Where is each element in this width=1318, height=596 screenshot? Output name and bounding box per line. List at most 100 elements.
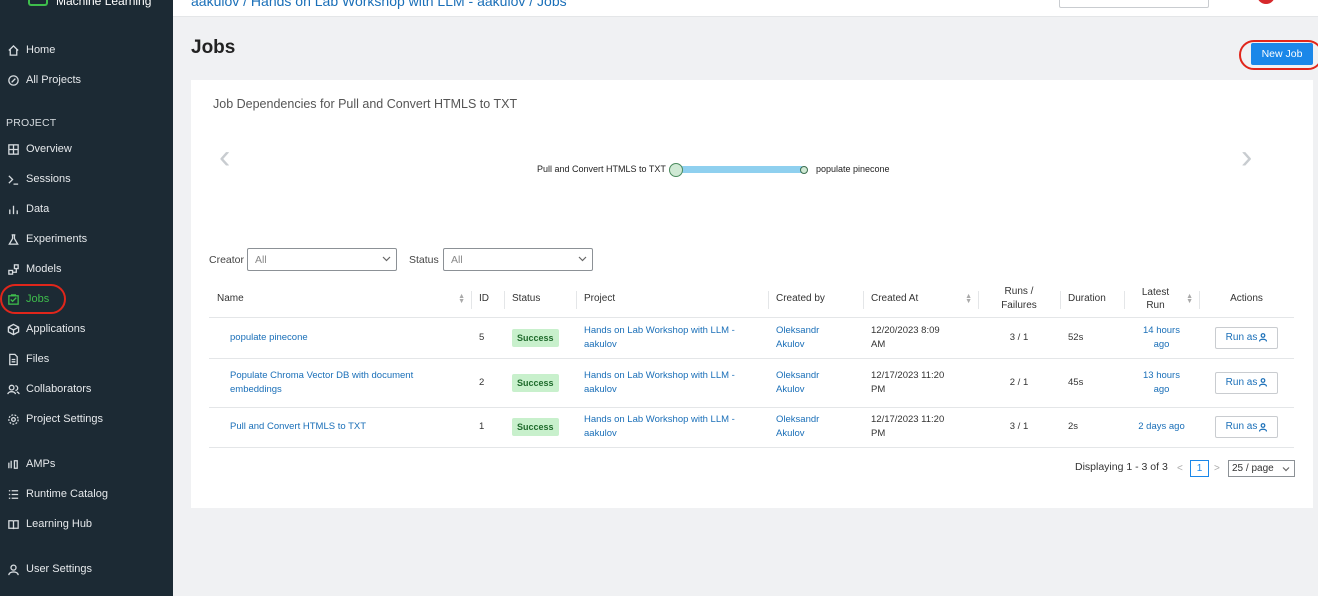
job-id: 2 [471, 358, 504, 408]
run-as-button[interactable]: Run as [1214, 416, 1279, 438]
column-header-created-at[interactable]: Created At ▲ ▼ [863, 281, 978, 318]
status-filter-select[interactable]: All [443, 248, 593, 271]
file-icon [6, 352, 20, 366]
status-cell: Success [504, 407, 576, 448]
job-name-link[interactable]: Populate Chroma Vector DB with document … [209, 358, 471, 408]
actions-cell: Run as [1199, 317, 1294, 359]
latest-run-link[interactable]: 13 hours ago [1124, 358, 1199, 408]
table-row: Pull and Convert HTMLS to TXT 1 Success … [209, 407, 1294, 448]
next-page-icon[interactable]: > [1214, 463, 1220, 474]
graph-node-source[interactable] [669, 163, 683, 177]
pagination-summary: Displaying 1 - 3 of 3 [1075, 461, 1168, 473]
actions-cell: Run as [1199, 358, 1294, 408]
sidebar-item-overview[interactable]: Overview [0, 139, 173, 159]
creator-link[interactable]: Oleksandr Akulov [768, 358, 863, 408]
sidebar-item-experiments[interactable]: Experiments [0, 229, 173, 249]
sidebar-item-label: Home [26, 44, 56, 56]
bar-chart-icon [6, 202, 20, 216]
run-as-button[interactable]: Run as [1214, 371, 1279, 394]
created-at: 12/17/2023 11:20 PM [863, 358, 978, 408]
page-size-value: 25 / page [1232, 463, 1274, 474]
chevron-down-icon [578, 254, 587, 262]
sort-icon[interactable]: ▲ ▼ [965, 293, 972, 305]
chevron-right-icon[interactable]: › [1241, 140, 1252, 174]
latest-run-link[interactable]: 14 hours ago [1124, 317, 1199, 359]
avatar[interactable] [1257, 0, 1275, 4]
duration: 45s [1060, 358, 1124, 408]
breadcrumb[interactable]: aakulov / Hands on Lab Workshop with LLM… [191, 0, 567, 9]
amps-icon [6, 457, 20, 471]
sidebar-item-runtime-catalog[interactable]: Runtime Catalog [0, 484, 173, 504]
sidebar-item-all-projects[interactable]: All Projects [0, 70, 173, 90]
creator-link[interactable]: Oleksandr Akulov [768, 407, 863, 448]
creator-link[interactable]: Oleksandr Akulov [768, 317, 863, 359]
gear-icon [6, 412, 20, 426]
sidebar-item-applications[interactable]: Applications [0, 319, 173, 339]
models-icon [6, 262, 20, 276]
sidebar-item-label: Project Settings [26, 413, 104, 425]
sidebar-item-models[interactable]: Models [0, 259, 173, 279]
status-badge: Success [512, 328, 559, 347]
sidebar: Machine Learning Home All Projects PROJE… [0, 0, 173, 596]
sidebar-item-label: Files [26, 353, 50, 365]
graph-node-source-label[interactable]: Pull and Convert HTMLS to TXT [537, 164, 666, 174]
project-link[interactable]: Hands on Lab Workshop with LLM - aakulov [576, 317, 768, 359]
user-icon [6, 562, 20, 576]
graph-node-target[interactable] [800, 166, 808, 174]
job-name-link[interactable]: Pull and Convert HTMLS to TXT [209, 407, 471, 448]
latest-run-link[interactable]: 2 days ago [1124, 407, 1199, 448]
sidebar-item-label: Sessions [26, 173, 71, 185]
brand-name: Machine Learning [56, 0, 152, 8]
project-link[interactable]: Hands on Lab Workshop with LLM - aakulov [576, 358, 768, 408]
search-input[interactable] [1059, 0, 1209, 8]
duration: 2s [1060, 407, 1124, 448]
user-icon [1259, 422, 1268, 432]
status-filter-label: Status [409, 254, 439, 266]
column-header-actions: Actions [1199, 281, 1294, 318]
duration: 52s [1060, 317, 1124, 359]
sidebar-item-user-settings[interactable]: User Settings [0, 559, 173, 579]
project-link[interactable]: Hands on Lab Workshop with LLM - aakulov [576, 407, 768, 448]
sidebar-item-collaborators[interactable]: Collaborators [0, 379, 173, 399]
column-header-duration: Duration [1060, 281, 1124, 318]
sidebar-item-project-settings[interactable]: Project Settings [0, 409, 173, 429]
top-bar: aakulov / Hands on Lab Workshop with LLM… [173, 0, 1318, 17]
column-header-latest-run[interactable]: Latest Run ▲ ▼ [1124, 281, 1199, 318]
home-icon [6, 43, 20, 57]
run-as-button[interactable]: Run as [1214, 326, 1279, 349]
projects-icon [6, 73, 20, 87]
user-icon [1259, 378, 1268, 387]
page-size-select[interactable]: 25 / page [1228, 460, 1295, 477]
column-header-project: Project [576, 281, 768, 318]
graph-node-target-label[interactable]: populate pinecone [816, 164, 890, 174]
sort-icon[interactable]: ▲ ▼ [1186, 293, 1193, 305]
user-icon [1259, 333, 1268, 342]
sort-icon[interactable]: ▲ ▼ [458, 293, 465, 305]
sidebar-item-label: All Projects [26, 74, 82, 86]
job-name-link[interactable]: populate pinecone [209, 317, 471, 359]
creator-filter-select[interactable]: All [247, 248, 397, 271]
column-header-name[interactable]: Name ▲ ▼ [209, 281, 471, 318]
sidebar-item-amps[interactable]: AMPs [0, 454, 173, 474]
sidebar-item-label: Learning Hub [26, 518, 93, 530]
project-section-label: PROJECT [6, 117, 57, 129]
job-id: 1 [471, 407, 504, 448]
sidebar-item-home[interactable]: Home [0, 40, 173, 60]
status-filter-value: All [451, 253, 463, 266]
prev-page-icon[interactable]: < [1177, 463, 1183, 474]
sidebar-item-label: Experiments [26, 233, 88, 245]
chevron-left-icon[interactable]: ‹ [219, 140, 230, 174]
sidebar-item-sessions[interactable]: Sessions [0, 169, 173, 189]
actions-cell: Run as [1199, 407, 1294, 448]
sidebar-item-learning-hub[interactable]: Learning Hub [0, 514, 173, 534]
sidebar-item-data[interactable]: Data [0, 199, 173, 219]
chevron-down-icon [382, 254, 391, 262]
sidebar-item-label: Models [26, 263, 62, 275]
job-id: 5 [471, 317, 504, 359]
column-header-created-by: Created by [768, 281, 863, 318]
list-icon [6, 487, 20, 501]
sidebar-item-label: AMPs [26, 458, 56, 470]
sidebar-item-label: Overview [26, 143, 72, 155]
sidebar-item-files[interactable]: Files [0, 349, 173, 369]
page-number-button[interactable]: 1 [1190, 460, 1209, 477]
